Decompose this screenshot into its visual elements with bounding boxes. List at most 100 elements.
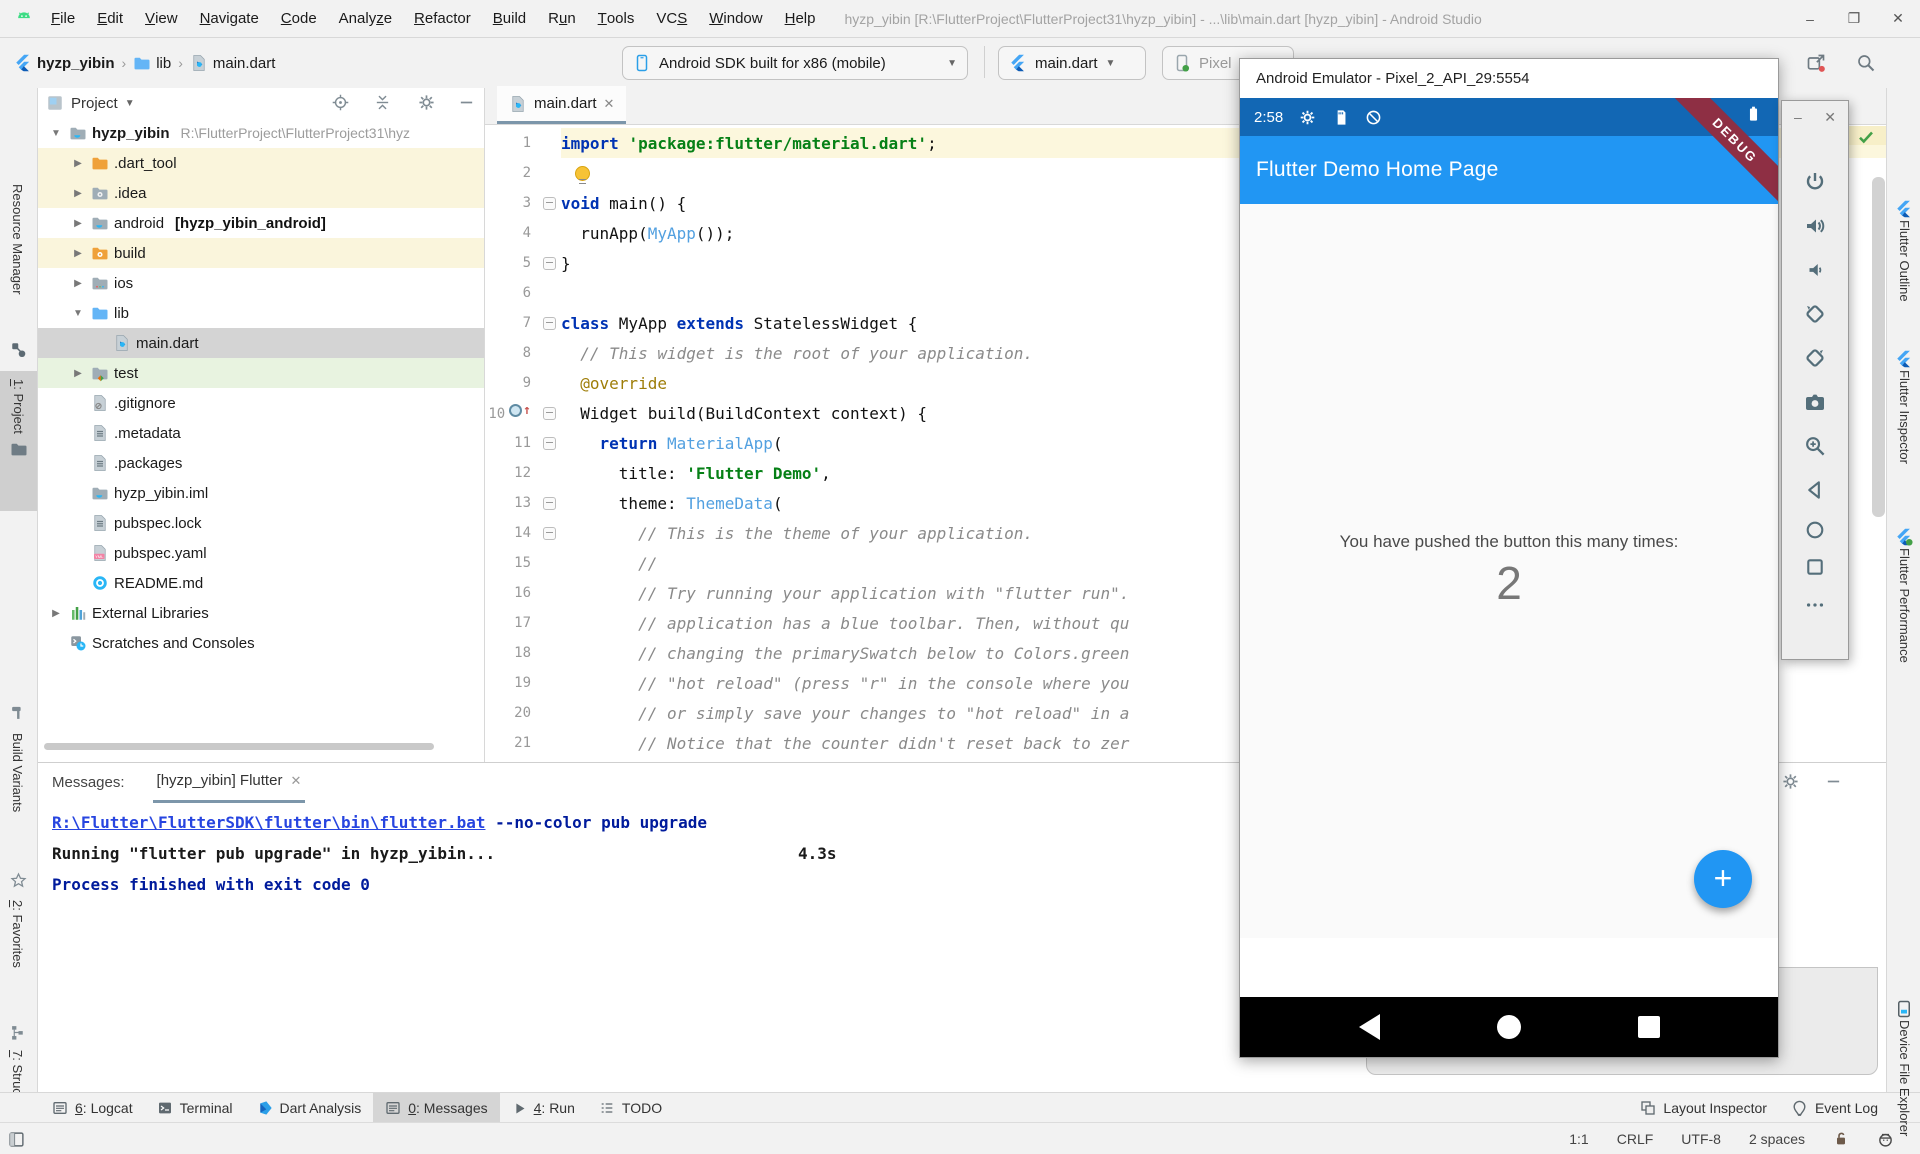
close-tab-icon[interactable]: ✕ (604, 96, 615, 112)
chevron-down-icon[interactable]: ▼ (125, 98, 135, 109)
more-dots-icon[interactable] (1804, 594, 1826, 616)
menu-window[interactable]: Window (698, 0, 773, 37)
close-window-icon[interactable]: ✕ (1876, 0, 1920, 37)
menu-edit[interactable]: Edit (86, 0, 134, 37)
nav-overview-icon[interactable] (1638, 1016, 1660, 1038)
menu-run[interactable]: Run (537, 0, 587, 37)
toolbtn-6-logcat[interactable]: 6: Logcat (40, 1093, 145, 1123)
chevron-collapsed-icon[interactable]: ▶ (70, 368, 86, 379)
chevron-expanded-icon[interactable]: ▼ (70, 308, 86, 319)
tree-item-lib[interactable]: ▼lib (38, 298, 484, 328)
minimize-window-icon[interactable]: – (1788, 0, 1832, 37)
toolbtn-todo[interactable]: TODO (587, 1093, 674, 1123)
fold-marker-icon[interactable] (543, 527, 556, 540)
status-2-spaces[interactable]: 2 spaces (1749, 1131, 1805, 1147)
device-selector-dropdown[interactable]: Android SDK built for x86 (mobile) ▼ (622, 46, 968, 80)
stripe-build-variants[interactable]: Build Variants (10, 733, 25, 812)
stripe-resource-manager[interactable]: Resource Manager (10, 184, 25, 295)
menu-refactor[interactable]: Refactor (403, 0, 482, 37)
toolbtn-4-run[interactable]: 4: Run (500, 1093, 587, 1123)
toolbtn-event-log[interactable]: Event Log (1779, 1093, 1890, 1123)
fold-marker-icon[interactable] (543, 497, 556, 510)
status-utf-8[interactable]: UTF-8 (1681, 1131, 1721, 1147)
nav-back-icon[interactable] (1359, 1014, 1380, 1040)
nav-home-icon[interactable] (1497, 1015, 1521, 1039)
structure-icon[interactable] (10, 1024, 27, 1041)
chevron-collapsed-icon[interactable]: ▶ (70, 218, 86, 229)
tree-item-android[interactable]: ▶android[hyzp_yibin_android] (38, 208, 484, 238)
breadcrumb-lib[interactable]: lib (133, 54, 171, 72)
search-icon[interactable] (1856, 53, 1876, 73)
status-crlf[interactable]: CRLF (1617, 1131, 1654, 1147)
menu-vcs[interactable]: VCS (645, 0, 698, 37)
stripe-favorites[interactable]: 2: Favorites (10, 900, 25, 968)
collapse-all-icon[interactable] (374, 94, 391, 111)
hector-face-icon[interactable] (1877, 1131, 1894, 1148)
volume-up-icon[interactable] (1803, 214, 1827, 238)
messages-tab-flutter[interactable]: [hyzp_yibin] Flutter ✕ (153, 762, 306, 803)
tree-item-readme-md[interactable]: README.md (38, 568, 484, 598)
tree-item-build[interactable]: ▶build (38, 238, 484, 268)
chevron-collapsed-icon[interactable]: ▶ (70, 158, 86, 169)
tree-item-hyzp-yibin-iml[interactable]: hyzp_yibin.iml (38, 478, 484, 508)
stripe-flutter-inspector[interactable]: Flutter Inspector (1897, 370, 1912, 464)
chevron-collapsed-icon[interactable]: ▶ (70, 188, 86, 199)
rotate-right-icon[interactable] (1803, 346, 1827, 370)
project-panel-title[interactable]: Project (71, 95, 118, 112)
tree-item-hyzp-yibin[interactable]: ▼hyzp_yibinR:\FlutterProject\FlutterProj… (38, 118, 484, 148)
tree-item-idea[interactable]: ▶.idea (38, 178, 484, 208)
toolbtn-0-messages[interactable]: 0: Messages (373, 1093, 499, 1123)
stripe-flutter-performance[interactable]: Flutter Performance (1897, 548, 1912, 663)
fold-marker-icon[interactable] (543, 407, 556, 420)
horizontal-scrollbar[interactable] (44, 743, 434, 750)
tab-main-dart[interactable]: main.dart ✕ (497, 86, 626, 124)
tree-item-external-libraries[interactable]: ▶External Libraries (38, 598, 484, 628)
chevron-collapsed-icon[interactable]: ▶ (70, 278, 86, 289)
console-command-line[interactable]: R:\Flutter\FlutterSDK\flutter\bin\flutte… (52, 813, 707, 832)
chevron-collapsed-icon[interactable]: ▶ (70, 248, 86, 259)
attach-debugger-icon[interactable] (1806, 53, 1826, 73)
overview-square-icon[interactable] (1804, 556, 1827, 579)
fold-marker-icon[interactable] (543, 257, 556, 270)
tool-window-switcher-icon[interactable] (8, 1131, 25, 1148)
rotate-left-icon[interactable] (1803, 302, 1827, 326)
hide-panel-icon[interactable] (458, 94, 475, 111)
menu-build[interactable]: Build (482, 0, 537, 37)
editor-scrollbar[interactable] (1872, 177, 1885, 517)
emulator-title-bar[interactable]: Android Emulator - Pixel_2_API_29:5554 (1240, 59, 1778, 98)
tree-item-gitignore[interactable]: .gitignore (38, 388, 484, 418)
menu-help[interactable]: Help (774, 0, 827, 37)
back-tri-icon[interactable] (1804, 479, 1827, 502)
flutter-bat-link[interactable]: R:\Flutter\FlutterSDK\flutter\bin\flutte… (52, 813, 485, 832)
breadcrumb-hyzp-yibin[interactable]: hyzp_yibin (14, 54, 115, 72)
tree-item-ios[interactable]: ▶ios (38, 268, 484, 298)
uml-icon[interactable] (10, 341, 28, 359)
menu-analyze[interactable]: Analyze (328, 0, 403, 37)
breadcrumb-main-dart[interactable]: main.dart (190, 54, 276, 72)
fold-marker-icon[interactable] (543, 317, 556, 330)
menu-tools[interactable]: Tools (587, 0, 646, 37)
tree-item-packages[interactable]: .packages (38, 448, 484, 478)
menu-view[interactable]: View (134, 0, 189, 37)
tree-item-scratches-and-consoles[interactable]: Scratches and Consoles (38, 628, 484, 658)
hammer-icon[interactable] (10, 704, 27, 721)
menu-code[interactable]: Code (270, 0, 328, 37)
home-circle-icon[interactable] (1804, 519, 1827, 542)
minimize-window-icon[interactable]: – (1794, 109, 1802, 125)
stripe-device-file-explorer[interactable]: Device File Explorer (1897, 1020, 1912, 1136)
console-settings-gear-icon[interactable] (1782, 773, 1799, 790)
locate-file-icon[interactable] (332, 94, 349, 111)
intention-bulb-icon[interactable] (575, 166, 590, 181)
toolbtn-dart-analysis[interactable]: Dart Analysis (245, 1093, 374, 1123)
close-window-icon[interactable]: ✕ (1824, 109, 1836, 126)
stripe-project-tab[interactable]: 1: Project (0, 371, 37, 511)
chevron-collapsed-icon[interactable]: ▶ (48, 608, 64, 619)
stripe-flutter-outline[interactable]: Flutter Outline (1897, 220, 1912, 302)
tree-item-dart-tool[interactable]: ▶.dart_tool (38, 148, 484, 178)
run-config-dropdown[interactable]: main.dart ▼ (998, 46, 1146, 80)
lock-open-icon[interactable] (1833, 1131, 1849, 1147)
zoom-in-icon[interactable] (1804, 435, 1827, 458)
panel-settings-gear-icon[interactable] (418, 94, 435, 111)
menu-navigate[interactable]: Navigate (189, 0, 270, 37)
close-tab-icon[interactable]: ✕ (290, 773, 301, 789)
